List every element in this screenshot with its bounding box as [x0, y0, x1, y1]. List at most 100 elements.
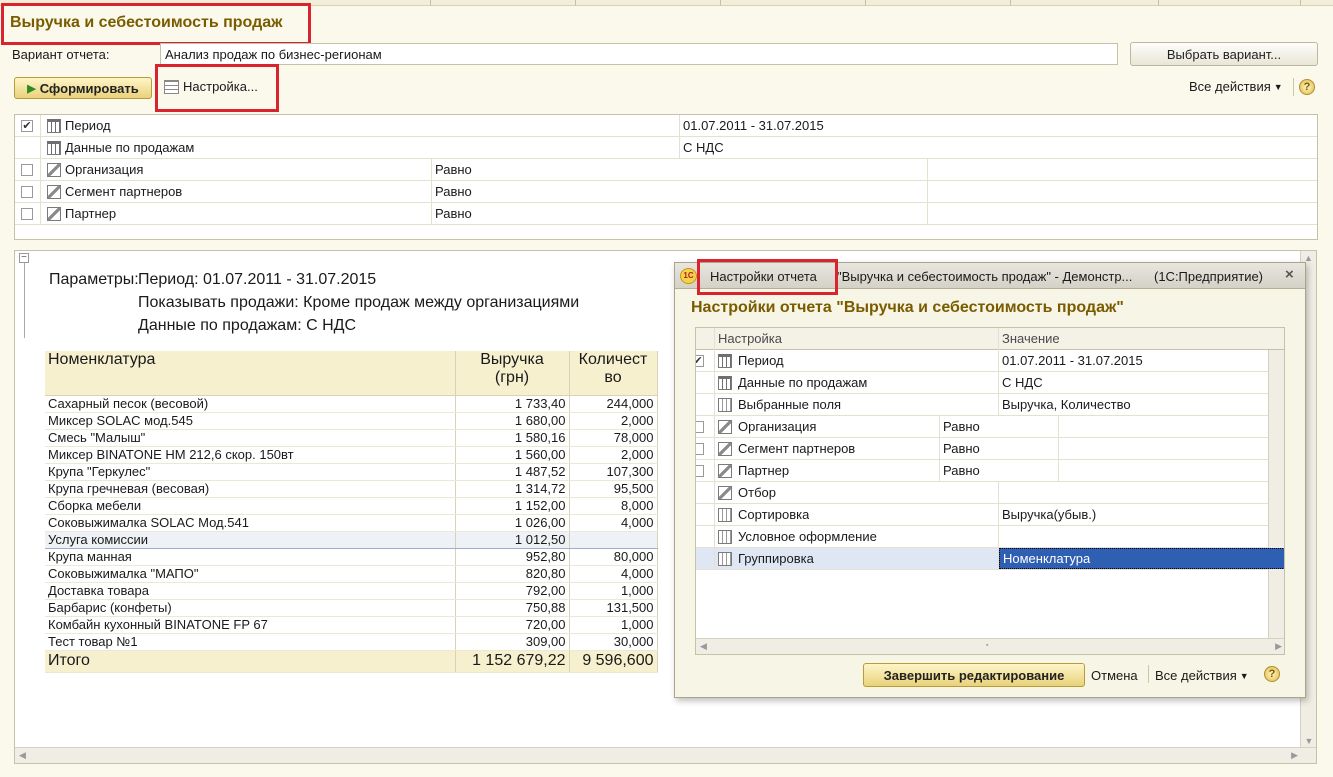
dialog-help-icon[interactable]: ?	[1264, 666, 1280, 682]
filter-condition[interactable]: Равно	[435, 159, 472, 181]
report-row[interactable]: Сборка мебели 1 152,00 8,000	[45, 497, 658, 515]
filter-icon	[718, 464, 732, 478]
settings-row[interactable]: Условное оформление	[696, 526, 1268, 548]
settings-row[interactable]: Партнер Равно	[696, 460, 1268, 482]
filter-checkbox[interactable]	[21, 164, 33, 176]
total-qty: 9 596,600	[569, 650, 658, 673]
filter-checkbox[interactable]	[21, 208, 33, 220]
filter-checkbox[interactable]	[21, 186, 33, 198]
settings-value[interactable]: 01.07.2011 - 31.07.2015	[999, 350, 1143, 372]
filter-row[interactable]: Партнер Равно	[15, 203, 1317, 225]
report-row[interactable]: Крупа гречневая (весовая) 1 314,72 95,500	[45, 480, 658, 498]
header-revenue: Выручка (грн)	[455, 351, 570, 396]
col-divider	[939, 438, 940, 460]
col-divider	[714, 482, 715, 504]
total-label: Итого	[45, 650, 456, 673]
select-variant-button[interactable]: Выбрать вариант...	[1130, 42, 1318, 66]
scroll-right-icon[interactable]: ▶	[1291, 750, 1298, 761]
settings-value[interactable]: Выручка, Количество	[999, 394, 1131, 416]
settings-row[interactable]: ✔ Период 01.07.2011 - 31.07.2015	[696, 350, 1268, 372]
settings-horizontal-scrollbar[interactable]: ◀ ▪ ▶	[696, 638, 1284, 654]
filter-value[interactable]: С НДС	[683, 137, 724, 159]
param-line: Показывать продажи: Кроме продаж между о…	[138, 294, 580, 311]
report-row[interactable]: Соковыжималка SOLAC Мод.541 1 026,00 4,000	[45, 514, 658, 532]
settings-checkbox[interactable]: ✔	[696, 355, 704, 367]
filter-condition[interactable]: Равно	[435, 181, 472, 203]
filter-row[interactable]: Организация Равно	[15, 159, 1317, 181]
calendar-icon	[718, 354, 732, 368]
filter-row[interactable]: Сегмент партнеров Равно	[15, 181, 1317, 203]
settings-value[interactable]: Номенклатура	[999, 548, 1284, 569]
filter-condition[interactable]: Равно	[435, 203, 472, 225]
row-revenue: 309,00	[455, 633, 570, 651]
report-row[interactable]: Крупа "Геркулес" 1 487,52 107,300	[45, 463, 658, 481]
settings-row[interactable]: Сортировка Выручка(убыв.)	[696, 504, 1268, 526]
settings-row[interactable]: Группировка Номенклатура	[696, 548, 1284, 570]
filter-icon	[47, 185, 61, 199]
settings-row[interactable]: Данные по продажам С НДС	[696, 372, 1268, 394]
generate-button[interactable]: ▶ Сформировать	[14, 77, 152, 99]
settings-value[interactable]: Выручка(убыв.)	[999, 504, 1096, 526]
filter-row[interactable]: ✔ Период 01.07.2011 - 31.07.2015	[15, 115, 1317, 137]
finish-editing-button[interactable]: Завершить редактирование	[863, 663, 1085, 687]
report-row[interactable]: Услуга комиссии 1 012,50	[45, 530, 658, 549]
filter-checkbox[interactable]: ✔	[21, 120, 33, 132]
settings-row[interactable]: Отбор	[696, 482, 1268, 504]
col-divider	[998, 328, 999, 350]
col-divider	[714, 504, 715, 526]
dialog-all-actions-menu[interactable]: Все действия ▼	[1155, 668, 1249, 683]
col-divider	[431, 159, 432, 181]
row-revenue: 1 012,50	[455, 530, 570, 549]
report-total-row: Итого 1 152 679,22 9 596,600	[45, 650, 658, 673]
settings-row[interactable]: Выбранные поля Выручка, Количество	[696, 394, 1268, 416]
filter-row[interactable]: Данные по продажам С НДС	[15, 137, 1317, 159]
col-divider	[714, 526, 715, 548]
col-divider	[1058, 416, 1059, 438]
help-icon[interactable]: ?	[1299, 79, 1315, 95]
scroll-thumb-grip-icon[interactable]: ▪	[986, 642, 988, 649]
settings-checkbox[interactable]	[696, 443, 704, 455]
settings-row[interactable]: Сегмент партнеров Равно	[696, 438, 1268, 460]
report-row[interactable]: Смесь "Малыш" 1 580,16 78,000	[45, 429, 658, 447]
row-item: Сахарный песок (весовой)	[45, 395, 456, 413]
settings-button[interactable]: Настройка...	[164, 79, 258, 94]
report-row[interactable]: Тест товар №1 309,00 30,000	[45, 633, 658, 651]
settings-condition[interactable]: Равно	[943, 460, 980, 482]
report-row[interactable]: Сахарный песок (весовой) 1 733,40 244,000	[45, 395, 658, 413]
settings-condition[interactable]: Равно	[943, 438, 980, 460]
settings-checkbox[interactable]	[696, 421, 704, 433]
tab-separator	[575, 0, 576, 6]
filter-icon	[718, 486, 732, 500]
settings-condition[interactable]: Равно	[943, 416, 980, 438]
scroll-left-icon[interactable]: ◀	[700, 641, 707, 652]
col-divider	[40, 137, 41, 159]
report-horizontal-scrollbar[interactable]: ◀ ▶	[15, 747, 1316, 763]
settings-value[interactable]	[999, 482, 1002, 504]
report-row[interactable]: Барбарис (конфеты) 750,88 131,500	[45, 599, 658, 617]
cancel-link[interactable]: Отмена	[1091, 668, 1138, 683]
scroll-left-icon[interactable]: ◀	[19, 750, 26, 761]
group-line	[24, 263, 25, 338]
filter-value[interactable]: 01.07.2011 - 31.07.2015	[683, 115, 824, 137]
variant-field[interactable]: Анализ продаж по бизнес-регионам	[160, 43, 1118, 65]
all-actions-menu[interactable]: Все действия ▼	[1189, 79, 1283, 94]
report-row[interactable]: Миксер SOLAC мод.545 1 680,00 2,000	[45, 412, 658, 430]
settings-vertical-scrollbar[interactable]	[1268, 350, 1284, 638]
report-row[interactable]: Соковыжималка "МАПО" 820,80 4,000	[45, 565, 658, 583]
settings-row[interactable]: Организация Равно	[696, 416, 1268, 438]
row-item: Соковыжималка "МАПО"	[45, 565, 456, 583]
settings-checkbox[interactable]	[696, 465, 704, 477]
report-row[interactable]: Доставка товара 792,00 1,000	[45, 582, 658, 600]
collapse-group-icon[interactable]: −	[19, 253, 29, 263]
scroll-right-icon[interactable]: ▶	[1275, 641, 1282, 652]
row-revenue: 1 152,00	[455, 497, 570, 515]
scroll-down-icon[interactable]: ▼	[1301, 736, 1316, 746]
settings-value[interactable]	[999, 526, 1002, 548]
params-label: Параметры:	[49, 271, 139, 288]
col-divider	[939, 460, 940, 482]
report-row[interactable]: Миксер BINATONE HM 212,6 скор. 150вт 1 56…	[45, 446, 658, 464]
close-icon[interactable]: ×	[1285, 266, 1294, 283]
report-row[interactable]: Крупа манная 952,80 80,000	[45, 548, 658, 566]
report-row[interactable]: Комбайн кухонный BINATONE FP 67 720,00 1,0…	[45, 616, 658, 634]
settings-value[interactable]: С НДС	[999, 372, 1043, 394]
